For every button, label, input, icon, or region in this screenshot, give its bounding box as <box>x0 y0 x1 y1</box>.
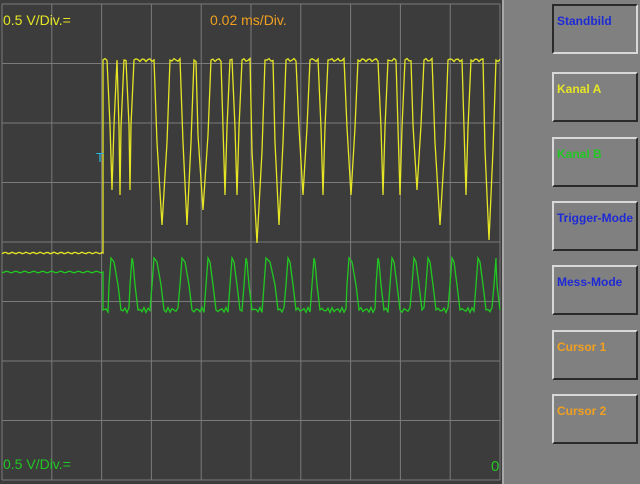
kanal-b-label: Kanal B <box>557 147 602 161</box>
channel-a-scale-label: 0.5 V/Div.= <box>3 12 71 28</box>
scope-display <box>1 3 501 481</box>
cursor-2-button[interactable]: Cursor 2 <box>552 394 638 444</box>
cursor-2-label: Cursor 2 <box>557 404 607 418</box>
channel-b-scale-label: 0.5 V/Div.= <box>3 456 71 472</box>
trigger-mode-label: Trigger-Mode <box>557 211 634 225</box>
trigger-mode-button[interactable]: Trigger-Mode <box>552 201 638 251</box>
cursor-1-label: Cursor 1 <box>557 340 607 354</box>
kanal-b-button[interactable]: Kanal B <box>552 137 638 187</box>
trigger-marker: T <box>96 150 104 165</box>
sidebar: Standbild Kanal A Kanal B Trigger-Mode M… <box>502 0 640 484</box>
kanal-a-button[interactable]: Kanal A <box>552 72 638 122</box>
timebase-label: 0.02 ms/Div. <box>210 12 287 28</box>
standbild-label: Standbild <box>557 14 612 28</box>
standbild-button[interactable]: Standbild <box>552 4 638 54</box>
oscilloscope-screen: 0.5 V/Div.= 0.02 ms/Div. T 0.5 V/Div.= 0 <box>0 0 502 484</box>
mess-mode-button[interactable]: Mess-Mode <box>552 265 638 315</box>
kanal-a-label: Kanal A <box>557 82 602 96</box>
zero-marker: 0 <box>491 458 500 475</box>
cursor-1-button[interactable]: Cursor 1 <box>552 330 638 380</box>
mess-mode-label: Mess-Mode <box>557 275 623 289</box>
